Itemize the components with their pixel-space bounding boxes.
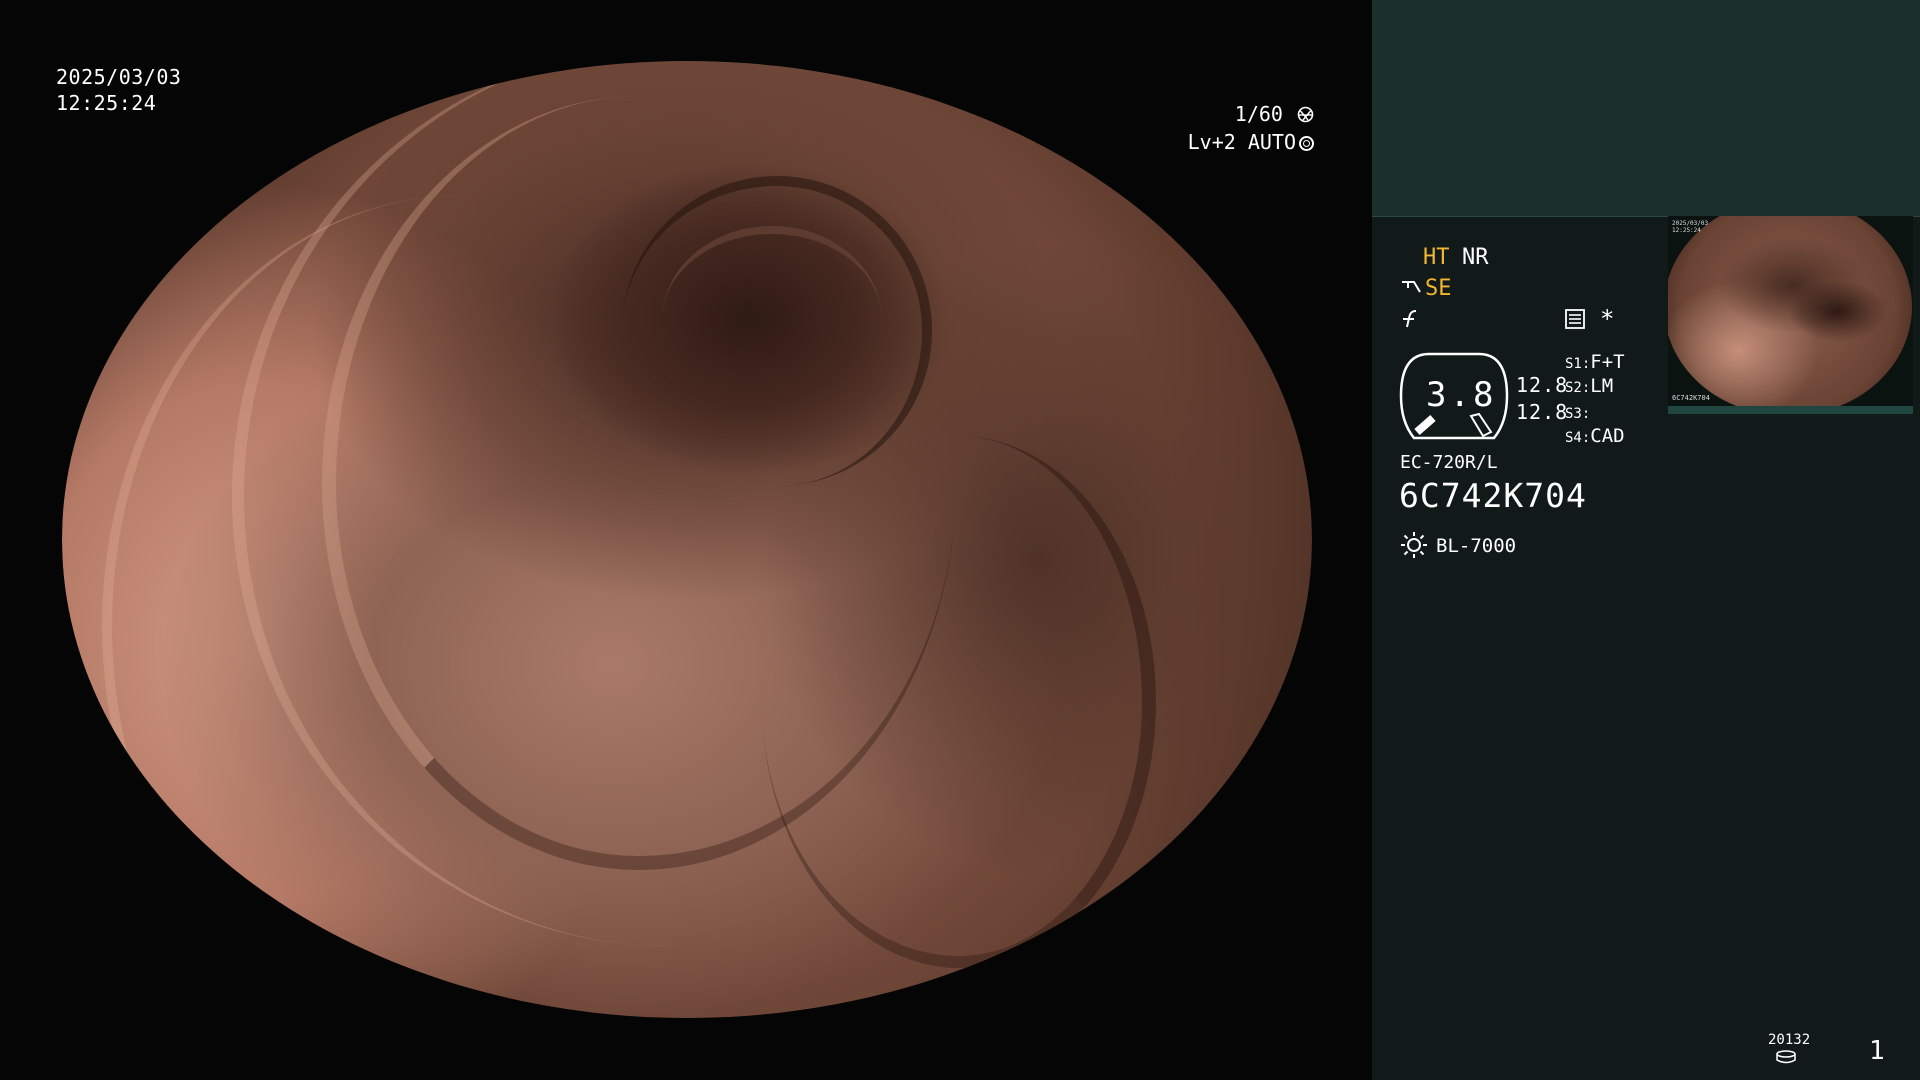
slot-value: F+T xyxy=(1590,351,1625,373)
star-indicator: * xyxy=(1600,305,1615,333)
light-source-label: BL-7000 xyxy=(1436,535,1517,557)
captured-image-thumbnail[interactable]: 2025/03/03 12:25:24 6C742K704 xyxy=(1668,216,1913,414)
thumbnail-timestamp: 2025/03/03 12:25:24 xyxy=(1672,220,1708,234)
iris-readout: Lv+2 AUTO xyxy=(1188,128,1314,156)
setting-value-2: 12.8 xyxy=(1516,400,1569,424)
setting-value-1: 12.8 xyxy=(1516,373,1569,397)
slot-value: LM xyxy=(1590,375,1614,397)
storage-icon xyxy=(1776,1050,1796,1064)
capture-date: 2025/03/03 xyxy=(56,65,182,89)
thumbnail-image xyxy=(1668,216,1912,414)
scope-model: EC-720R/L xyxy=(1400,452,1498,473)
scope-tip-icon xyxy=(1402,281,1421,293)
switch-slot-3: S3: xyxy=(1565,406,1591,422)
slot-value: CAD xyxy=(1590,425,1625,447)
ht-indicator: HT xyxy=(1423,245,1450,270)
panel-header-area xyxy=(1372,0,1920,216)
slot-key: S2 xyxy=(1565,380,1582,396)
se-indicator: SE xyxy=(1425,276,1452,301)
thumbnail-time: 12:25:24 xyxy=(1672,227,1701,234)
thumbnail-status-bar xyxy=(1668,406,1913,414)
colon-lumen-image xyxy=(62,61,1312,1018)
thumbnail-date: 2025/03/03 xyxy=(1672,220,1709,227)
exposure-readout: 1/60 Lv+2 AUTO xyxy=(1188,100,1314,156)
light-source-icon xyxy=(1401,532,1427,558)
switch-slot-4: S4:CAD xyxy=(1565,425,1625,447)
scope-serial: 6C742K704 xyxy=(1399,476,1587,515)
thumbnail-serial: 6C742K704 xyxy=(1672,394,1710,402)
enhance-icon xyxy=(1403,310,1417,328)
iris-level: Lv+2 xyxy=(1187,130,1236,154)
page-number: 1 xyxy=(1869,1036,1885,1066)
endoscope-video-area: 2025/03/03 12:25:24 1/60 Lv+2 AUTO xyxy=(0,0,1372,1080)
slot-key: S4 xyxy=(1565,430,1582,446)
aperture-icon xyxy=(1297,106,1314,123)
mucosal-fold xyxy=(102,196,812,1018)
iris-mode: AUTO xyxy=(1247,130,1296,154)
info-panel: HT NR SE * 3.8 12.8 12.8 S1:F+T S2:LM S3… xyxy=(1372,0,1920,1080)
shutter-readout: 1/60 xyxy=(1188,100,1314,128)
iris-ring-icon xyxy=(1299,136,1314,151)
storage-count: 20132 xyxy=(1768,1032,1811,1048)
gauge-value: 3.8 xyxy=(1426,375,1497,415)
endoscope-timestamp: 2025/03/03 12:25:24 xyxy=(56,64,181,116)
capture-time: 12:25:24 xyxy=(56,91,157,115)
slot-key: S3 xyxy=(1565,406,1582,422)
endoscope-image xyxy=(62,61,1312,1018)
switch-slot-1: S1:F+T xyxy=(1565,351,1625,373)
mucosal-fold xyxy=(762,436,1156,968)
shutter-value: 1/60 xyxy=(1234,102,1283,126)
nr-indicator: NR xyxy=(1462,245,1489,270)
list-icon xyxy=(1565,309,1585,329)
slot-key: S1 xyxy=(1565,356,1582,372)
switch-slot-2: S2:LM xyxy=(1565,375,1614,397)
